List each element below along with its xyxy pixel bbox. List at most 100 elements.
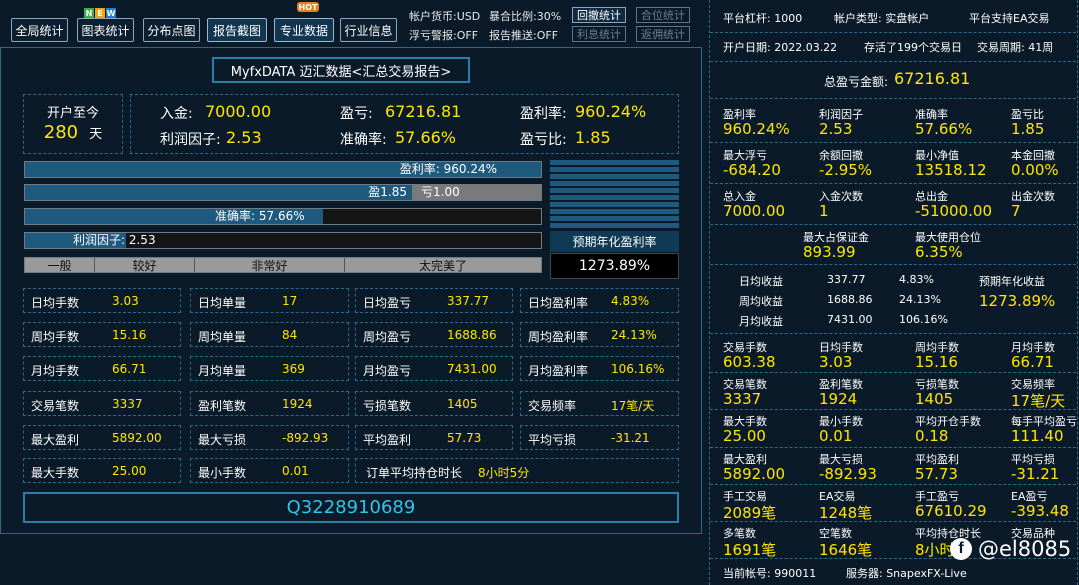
stat-label: 月均手数 xyxy=(31,364,80,379)
right-stat-value: -684.20 xyxy=(723,161,781,179)
summary-value-4: 57.66% xyxy=(395,128,457,147)
hold-label: 订单平均持仓时长 xyxy=(366,466,463,480)
divider xyxy=(710,446,1076,448)
new-badge-2: W xyxy=(106,8,116,18)
right-stat-value: 960.24% xyxy=(723,120,790,138)
right-stat-value: 7000.00 xyxy=(723,202,786,220)
avg-label: 月均收益 xyxy=(739,315,783,328)
since-days: 280 xyxy=(43,122,79,143)
toolbar-button-3[interactable]: 报告截图 xyxy=(207,18,267,42)
right-stat-value: 66.71 xyxy=(1011,353,1054,371)
stat-label: 月均盈亏 xyxy=(363,364,412,379)
divider xyxy=(710,224,1076,225)
divider xyxy=(710,483,1076,485)
account-type: 帐户类型: 实盘帐户 xyxy=(834,12,930,25)
right-stat-value: 57.73 xyxy=(915,464,958,483)
right-stat-value: -892.93 xyxy=(819,464,877,483)
toolbar-button-1[interactable]: 图表统计 xyxy=(77,18,134,42)
right-stat-value: 67610.29 xyxy=(915,501,987,520)
right-stat-value: 1.85 xyxy=(1011,120,1045,138)
toolbar-button-0[interactable]: 全局统计 xyxy=(11,18,68,42)
summary-value-5: 1.85 xyxy=(575,128,611,147)
divider xyxy=(710,61,1076,62)
watermark-handle: @el8085 xyxy=(978,537,1072,561)
stat-label: 最大亏损 xyxy=(198,432,247,447)
annual-value-box: 1273.89% xyxy=(550,253,679,279)
total-label: 总盈亏金额: xyxy=(824,75,889,89)
right-stat-value: 1646笔 xyxy=(819,541,873,559)
summary-label-1: 盈亏: xyxy=(340,106,373,122)
trade-cycle: 交易周期: 41周 xyxy=(977,41,1054,54)
annual-value: 1273.89% xyxy=(578,258,651,274)
toolbar-button-5[interactable]: 行业信息 xyxy=(340,18,397,42)
profit-rate-bar: 盈利率: 960.24% xyxy=(24,161,542,178)
win-loss-bar: 盈1.85 亏1.00 xyxy=(24,184,542,201)
toolbar-right-button-1[interactable]: 合位统计 xyxy=(636,7,690,23)
right-stat-value: 0.00% xyxy=(1011,161,1059,179)
right-stat-value: 1248笔 xyxy=(819,503,873,522)
stat-label: 周均盈利率 xyxy=(528,330,589,345)
grade-3: 太完美了 xyxy=(418,258,467,273)
win-fill xyxy=(25,185,412,200)
right-stat-value: 2089笔 xyxy=(723,503,777,522)
toolbar-right-button-0[interactable]: 回撤统计 xyxy=(572,7,626,23)
stat-value: 57.73 xyxy=(447,430,482,445)
avg-rate: 4.83% xyxy=(899,273,934,286)
report-title: MyfxDATA 迈汇数据<汇总交易报告> xyxy=(212,57,470,83)
gauge-segment xyxy=(550,223,679,228)
summary-value-2: 960.24% xyxy=(575,102,647,121)
avg-rate: 24.13% xyxy=(899,293,941,306)
gauge-segment xyxy=(550,209,679,214)
factor-bar: 利润因子: 2.53 xyxy=(24,232,542,249)
leverage: 平台杠杆: 1000 xyxy=(723,12,803,25)
divider xyxy=(710,372,1076,374)
since-unit: 天 xyxy=(89,127,103,142)
account-id-box: Q3228910689 xyxy=(23,492,679,523)
stat-value: 106.16% xyxy=(611,362,665,377)
right-stat-value: 17笔/天 xyxy=(1011,392,1066,411)
new-badge-1: E xyxy=(95,8,105,18)
stat-value: 24.13% xyxy=(611,328,657,343)
summary-value-1: 67216.81 xyxy=(385,102,462,121)
right-stat-value: 1 xyxy=(819,202,829,220)
right-stat-value: -2.95% xyxy=(819,161,873,179)
server: 服务器: SnapexFX-Live xyxy=(846,567,967,580)
facebook-icon: f xyxy=(950,538,972,560)
stat-value: 3337 xyxy=(112,396,143,411)
toolbar-button-2[interactable]: 分布点图 xyxy=(143,18,200,42)
stat-label: 月均盈利率 xyxy=(528,364,589,379)
accuracy-bar: 准确率: 57.66% xyxy=(24,208,542,225)
gauge-segment xyxy=(550,195,679,200)
toolbar-right-button-3[interactable]: 返佣统计 xyxy=(636,26,690,42)
right-stat-value: 6.35% xyxy=(915,243,963,261)
toolbar-button-4[interactable]: 专业数据 xyxy=(274,18,334,42)
alive-days: 存活了199个交易日 xyxy=(864,41,962,54)
avg-label: 周均收益 xyxy=(739,295,783,308)
summary-label-4: 准确率: xyxy=(340,132,387,148)
grade-0: 一般 xyxy=(25,258,95,273)
annual-label-right: 预期年化收益 xyxy=(979,275,1045,288)
stat-value: -31.21 xyxy=(611,430,650,445)
stat-label: 平均盈利 xyxy=(363,432,412,447)
divider xyxy=(710,32,1076,33)
stat-label: 日均盈利率 xyxy=(528,296,589,310)
summary-value-3: 2.53 xyxy=(226,128,262,147)
right-stat-value: 0.01 xyxy=(819,427,853,446)
right-stat-value: 57.66% xyxy=(915,120,973,138)
stat-value: 25.00 xyxy=(112,464,147,478)
hold-value: 8小时5分 xyxy=(478,466,530,480)
stat-label: 最大手数 xyxy=(31,466,80,480)
stat-label: 日均手数 xyxy=(31,296,80,310)
avg-value: 7431.00 xyxy=(827,313,873,326)
gauge-segment xyxy=(550,202,679,207)
right-stat-value: 111.40 xyxy=(1011,427,1064,446)
accuracy-bar-text: 准确率: 57.66% xyxy=(215,209,305,223)
right-stat-value: 1405 xyxy=(915,390,954,409)
open-date: 开户日期: 2022.03.22 xyxy=(723,41,838,54)
stat-value: 84 xyxy=(282,328,298,343)
right-stat-value: 25.00 xyxy=(723,427,766,446)
toolbar-right-button-2[interactable]: 利息统计 xyxy=(572,26,626,42)
avg-value: 337.77 xyxy=(827,273,866,286)
divider xyxy=(710,264,1076,265)
gauge-segment xyxy=(550,181,679,186)
